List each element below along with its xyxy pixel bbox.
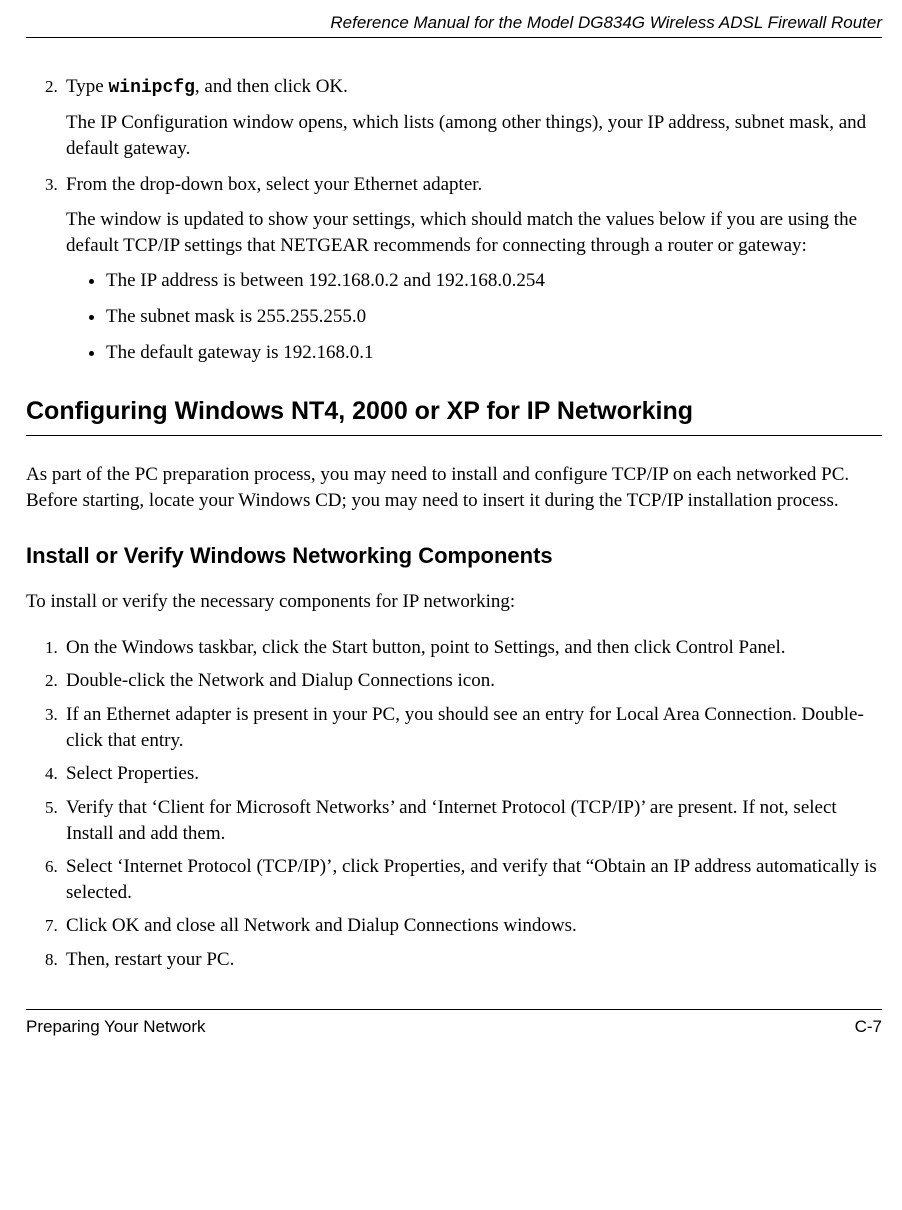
step-2: Type winipcfg, and then click OK. The IP…	[62, 74, 882, 162]
subsection-intro: To install or verify the necessary compo…	[26, 589, 882, 615]
install-step-2: Double-click the Network and Dialup Conn…	[62, 668, 882, 694]
step-3-description: The window is updated to show your setti…	[66, 207, 882, 258]
install-step-1: On the Windows taskbar, click the Start …	[62, 635, 882, 661]
bullet-subnet-mask: The subnet mask is 255.255.255.0	[106, 304, 882, 330]
continued-steps-list: Type winipcfg, and then click OK. The IP…	[26, 74, 882, 365]
subsection-heading: Install or Verify Windows Networking Com…	[26, 541, 882, 571]
install-step-6: Select ‘Internet Protocol (TCP/IP)’, cli…	[62, 854, 882, 905]
install-step-8: Then, restart your PC.	[62, 947, 882, 973]
install-steps-list: On the Windows taskbar, click the Start …	[26, 635, 882, 973]
step-2-description: The IP Configuration window opens, which…	[66, 110, 882, 161]
step-2-text: Type winipcfg, and then click OK.	[66, 76, 348, 97]
step-3: From the drop-down box, select your Ethe…	[62, 172, 882, 366]
command-winipcfg: winipcfg	[108, 78, 194, 98]
step-3-text: From the drop-down box, select your Ethe…	[66, 174, 482, 195]
bullet-ip-address: The IP address is between 192.168.0.2 an…	[106, 268, 882, 294]
footer-section-name: Preparing Your Network	[26, 1016, 206, 1039]
step-2-prefix: Type	[66, 76, 108, 97]
running-header: Reference Manual for the Model DG834G Wi…	[26, 12, 882, 38]
bullet-default-gateway: The default gateway is 192.168.0.1	[106, 340, 882, 366]
section-heading: Configuring Windows NT4, 2000 or XP for …	[26, 395, 882, 436]
section-intro: As part of the PC preparation process, y…	[26, 462, 882, 513]
install-step-4: Select Properties.	[62, 761, 882, 787]
install-step-7: Click OK and close all Network and Dialu…	[62, 913, 882, 939]
step-2-suffix: , and then click OK.	[195, 76, 348, 97]
settings-bullets: The IP address is between 192.168.0.2 an…	[86, 268, 882, 365]
footer-page-number: C-7	[855, 1016, 882, 1039]
install-step-5: Verify that ‘Client for Microsoft Networ…	[62, 795, 882, 846]
page: Reference Manual for the Model DG834G Wi…	[0, 0, 902, 1059]
install-step-3: If an Ethernet adapter is present in you…	[62, 702, 882, 753]
page-footer: Preparing Your Network C-7	[26, 1009, 882, 1039]
